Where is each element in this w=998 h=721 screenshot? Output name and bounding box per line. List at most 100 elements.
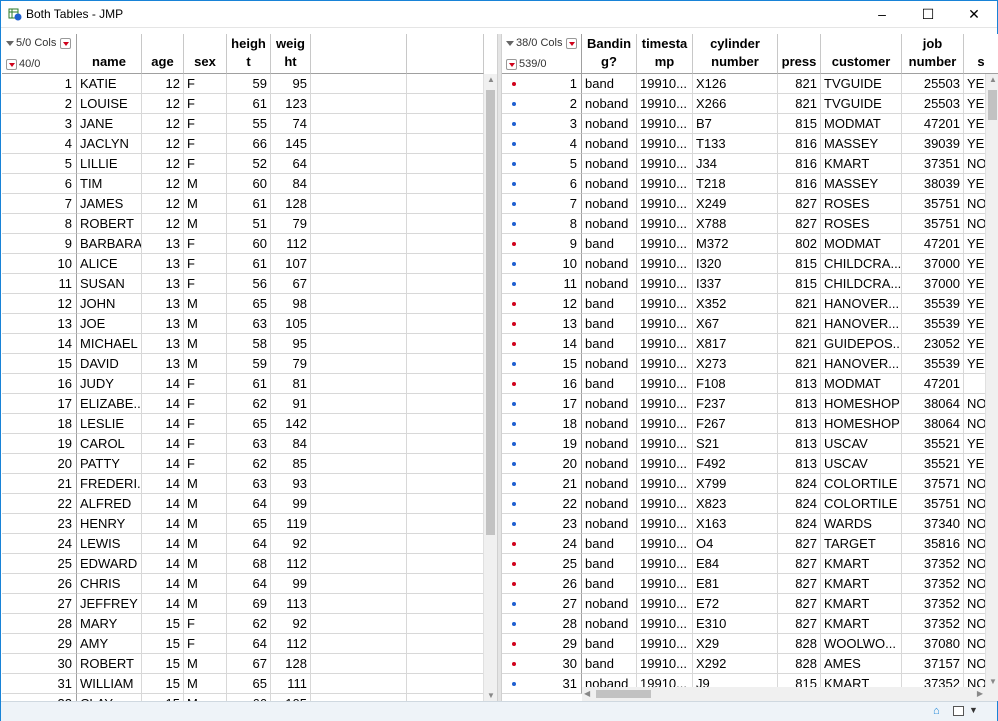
row-number[interactable]: 17 (2, 394, 77, 414)
row-number[interactable]: 19 (502, 434, 582, 454)
table-cell[interactable]: noband (582, 214, 637, 234)
table-cell[interactable]: 19910... (637, 414, 693, 434)
table-cell[interactable]: MODMAT (821, 374, 902, 394)
table-cell[interactable]: T133 (693, 134, 778, 154)
row-number[interactable]: 28 (2, 614, 77, 634)
table-cell[interactable]: 60 (227, 234, 271, 254)
table-cell[interactable]: 67 (271, 274, 311, 294)
table-cell[interactable]: F (184, 154, 227, 174)
table-cell[interactable]: 19910... (637, 134, 693, 154)
table-row[interactable]: 7 noband 19910... X249 827 ROSES 35751 NO (502, 194, 998, 214)
table-cell[interactable]: COLORTILE (821, 494, 902, 514)
table-cell[interactable]: 815 (778, 114, 821, 134)
table-cell[interactable]: 14 (142, 454, 184, 474)
row-number[interactable]: 24 (502, 534, 582, 554)
window-list-icon[interactable] (953, 706, 964, 716)
table-cell[interactable]: 95 (271, 74, 311, 94)
table-cell[interactable]: noband (582, 614, 637, 634)
table-cell[interactable]: 99 (271, 494, 311, 514)
table-cell[interactable]: 827 (778, 554, 821, 574)
table-row[interactable]: 22 noband 19910... X823 824 COLORTILE 35751 NO (502, 494, 998, 514)
table-cell[interactable]: 55 (227, 114, 271, 134)
row-number[interactable]: 14 (502, 334, 582, 354)
row-number[interactable]: 31 (2, 674, 77, 694)
table-cell[interactable]: M (184, 194, 227, 214)
table-cell[interactable]: JOHN (77, 294, 142, 314)
table-row[interactable]: 11 noband 19910... I337 815 CHILDCRA... 37000 Y… (502, 274, 998, 294)
table-cell[interactable]: F (184, 374, 227, 394)
table-cell[interactable]: 821 (778, 94, 821, 114)
table-cell[interactable]: 61 (227, 254, 271, 274)
row-number[interactable]: 20 (502, 454, 582, 474)
table-cell[interactable]: 59 (227, 354, 271, 374)
table-cell[interactable]: 61 (227, 374, 271, 394)
table-cell[interactable]: 128 (271, 654, 311, 674)
scroll-up-arrow-icon[interactable]: ▲ (989, 75, 997, 84)
table-cell[interactable]: KATIE (77, 74, 142, 94)
table-cell[interactable]: M (184, 314, 227, 334)
table-row[interactable]: 30 band 19910... X292 828 AMES 37157 NO (502, 654, 998, 674)
table-cell[interactable]: S21 (693, 434, 778, 454)
maximize-button[interactable]: ☐ (905, 1, 951, 28)
table-cell[interactable]: JEFFREY (77, 594, 142, 614)
table-row[interactable]: 1 band 19910... X126 821 TVGUIDE 25503 YE (502, 74, 998, 94)
row-number[interactable]: 16 (502, 374, 582, 394)
table-cell[interactable]: 79 (271, 354, 311, 374)
table-cell[interactable]: F (184, 434, 227, 454)
table-cell[interactable]: 65 (227, 414, 271, 434)
table-cell[interactable]: F492 (693, 454, 778, 474)
table-cell[interactable]: 19910... (637, 94, 693, 114)
table-cell[interactable]: 65 (227, 294, 271, 314)
row-number[interactable]: 6 (2, 174, 77, 194)
table-cell[interactable]: HANOVER... (821, 294, 902, 314)
table-cell[interactable]: noband (582, 354, 637, 374)
row-number[interactable]: 25 (502, 554, 582, 574)
table-cell[interactable]: 38039 (902, 174, 964, 194)
table-cell[interactable]: 14 (142, 574, 184, 594)
table-cell[interactable]: 37352 (902, 574, 964, 594)
row-number[interactable]: 19 (2, 434, 77, 454)
table-row[interactable]: 4 noband 19910... T133 816 MASSEY 39039 YE (502, 134, 998, 154)
table-cell[interactable]: M (184, 174, 227, 194)
table-cell[interactable]: 813 (778, 394, 821, 414)
table-cell[interactable]: band (582, 294, 637, 314)
scroll-down-arrow-icon[interactable]: ▼ (989, 677, 997, 686)
table-cell[interactable]: 827 (778, 534, 821, 554)
row-number[interactable]: 14 (2, 334, 77, 354)
table-cell[interactable]: 66 (227, 134, 271, 154)
table-cell[interactable]: 14 (142, 594, 184, 614)
table-cell[interactable]: noband (582, 94, 637, 114)
table-cell[interactable]: M (184, 294, 227, 314)
table-cell[interactable]: X352 (693, 294, 778, 314)
table-cell[interactable]: MODMAT (821, 234, 902, 254)
table-cell[interactable]: M (184, 554, 227, 574)
table-cell[interactable]: JOE (77, 314, 142, 334)
table-cell[interactable]: 37351 (902, 154, 964, 174)
table-cell[interactable]: 19910... (637, 474, 693, 494)
table-cell[interactable]: 14 (142, 394, 184, 414)
table-cell[interactable]: 19910... (637, 634, 693, 654)
table-cell[interactable]: 119 (271, 514, 311, 534)
table-cell[interactable]: 19910... (637, 114, 693, 134)
table-row[interactable]: 10 noband 19910... I320 815 CHILDCRA... 37000 Y… (502, 254, 998, 274)
table-cell[interactable]: LILLIE (77, 154, 142, 174)
table-cell[interactable]: LOUISE (77, 94, 142, 114)
table-cell[interactable]: 19910... (637, 354, 693, 374)
row-number[interactable]: 2 (502, 94, 582, 114)
row-number[interactable]: 3 (2, 114, 77, 134)
table-cell[interactable]: X817 (693, 334, 778, 354)
left-col-header[interactable]: age (142, 34, 184, 74)
left-vertical-scrollbar[interactable]: ▲ ▼ (483, 74, 497, 701)
table-cell[interactable]: JANE (77, 114, 142, 134)
table-cell[interactable]: 13 (142, 354, 184, 374)
table-cell[interactable]: 12 (142, 114, 184, 134)
table-cell[interactable]: 35539 (902, 294, 964, 314)
table-cell[interactable]: JUDY (77, 374, 142, 394)
table-row[interactable]: 9 band 19910... M372 802 MODMAT 47201 YE (502, 234, 998, 254)
table-cell[interactable]: MASSEY (821, 174, 902, 194)
table-cell[interactable]: 19910... (637, 374, 693, 394)
table-cell[interactable]: 37352 (902, 594, 964, 614)
table-cell[interactable]: 13 (142, 254, 184, 274)
table-cell[interactable]: M (184, 514, 227, 534)
table-cell[interactable]: F (184, 94, 227, 114)
